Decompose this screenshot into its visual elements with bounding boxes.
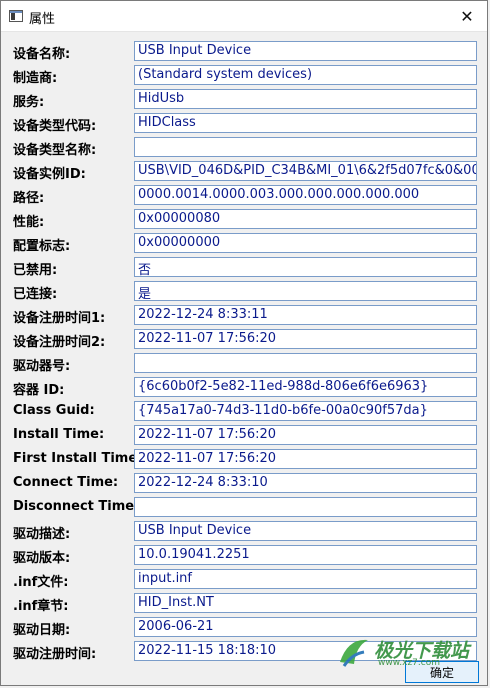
property-value-field[interactable]: USB Input Device	[134, 521, 477, 541]
property-row: 制造商: (Standard system devices)	[1, 65, 487, 86]
property-label: 设备类型名称:	[13, 143, 97, 158]
property-row: 路径: 0000.0014.0000.003.000.000.000.000.00…	[1, 185, 487, 206]
property-label: 驱动日期:	[13, 623, 71, 638]
property-row: 驱动注册时间: 2022-11-15 18:18:10	[1, 641, 487, 662]
property-row: Connect Time: 2022-12-24 8:33:10	[1, 473, 487, 493]
property-row: 设备注册时间1: 2022-12-24 8:33:11	[1, 305, 487, 326]
property-label: 设备类型代码:	[13, 119, 97, 134]
property-row: Class Guid: {745a17a0-74d3-11d0-b6fe-00a0…	[1, 401, 487, 421]
property-value-field[interactable]: USB\VID_046D&PID_C34B&MI_01\6&2f5d07fc&0…	[134, 161, 477, 181]
property-label: 容器 ID:	[13, 383, 65, 398]
property-value-field[interactable]	[134, 497, 477, 517]
property-value-field[interactable]: {745a17a0-74d3-11d0-b6fe-00a0c90f57da}	[134, 401, 477, 421]
property-value-field[interactable]: 0x00000080	[134, 209, 477, 229]
property-value-field[interactable]: 2022-11-07 17:56:20	[134, 329, 477, 349]
property-value-field[interactable]: HIDClass	[134, 113, 477, 133]
property-row: 设备实例ID: USB\VID_046D&PID_C34B&MI_01\6&2f5…	[1, 161, 487, 182]
property-label: 配置标志:	[13, 239, 71, 254]
property-row: 设备类型代码: HIDClass	[1, 113, 487, 134]
property-label: Install Time:	[13, 427, 105, 442]
property-value-field[interactable]: 0x00000000	[134, 233, 477, 253]
property-value-field[interactable]: 2022-11-07 17:56:20	[134, 449, 477, 469]
property-row: 驱动描述: USB Input Device	[1, 521, 487, 542]
property-row: 驱动版本: 10.0.19041.2251	[1, 545, 487, 566]
property-row: 性能: 0x00000080	[1, 209, 487, 230]
property-value-field[interactable]: HidUsb	[134, 89, 477, 109]
property-value-field[interactable]	[134, 353, 477, 373]
property-label: First Install Time:	[13, 451, 143, 466]
property-label: 设备实例ID:	[13, 167, 86, 182]
property-value-field[interactable]: (Standard system devices)	[134, 65, 477, 85]
property-label: 制造商:	[13, 71, 58, 86]
property-row: 已连接: 是	[1, 281, 487, 302]
property-label: Disconnect Time:	[13, 499, 140, 514]
property-label: 性能:	[13, 215, 45, 230]
property-label: 驱动版本:	[13, 551, 71, 566]
property-value-field[interactable]: 0000.0014.0000.003.000.000.000.000.000	[134, 185, 477, 205]
property-label: 已禁用:	[13, 263, 58, 278]
property-row: .inf文件: input.inf	[1, 569, 487, 590]
property-value-field[interactable]: 否	[134, 257, 477, 277]
property-label: 路径:	[13, 191, 45, 206]
property-label: Class Guid:	[13, 403, 95, 418]
property-row: Disconnect Time:	[1, 497, 487, 517]
property-value-field[interactable]: 2022-11-07 17:56:20	[134, 425, 477, 445]
property-label: .inf章节:	[13, 599, 69, 614]
property-row: 服务: HidUsb	[1, 89, 487, 110]
property-row: 驱动器号:	[1, 353, 487, 374]
properties-dialog: 属性 ✕ 设备名称: USB Input Device 制造商: (Standard …	[0, 0, 488, 686]
property-value-field[interactable]: 2006-06-21	[134, 617, 477, 637]
property-row: 设备注册时间2: 2022-11-07 17:56:20	[1, 329, 487, 350]
property-label: 驱动描述:	[13, 527, 71, 542]
property-value-field[interactable]: USB Input Device	[134, 41, 477, 61]
window-icon	[9, 10, 23, 22]
property-row: 设备类型名称:	[1, 137, 487, 158]
property-row: 配置标志: 0x00000000	[1, 233, 487, 254]
property-label: 设备注册时间1:	[13, 311, 106, 326]
property-value-field[interactable]: 2022-12-24 8:33:10	[134, 473, 477, 493]
property-label: 已连接:	[13, 287, 58, 302]
property-row: Install Time: 2022-11-07 17:56:20	[1, 425, 487, 445]
property-value-field[interactable]: 10.0.19041.2251	[134, 545, 477, 565]
property-label: 设备注册时间2:	[13, 335, 106, 350]
property-value-field[interactable]: 2022-11-15 18:18:10	[134, 641, 477, 661]
property-label: 驱动注册时间:	[13, 647, 97, 662]
property-row: 设备名称: USB Input Device	[1, 41, 487, 62]
property-label: 服务:	[13, 95, 45, 110]
property-label: 驱动器号:	[13, 359, 71, 374]
property-value-field[interactable]: HID_Inst.NT	[134, 593, 477, 613]
window-title: 属性	[29, 12, 56, 27]
property-row: First Install Time: 2022-11-07 17:56:20	[1, 449, 487, 469]
ok-button[interactable]: 确定	[405, 661, 479, 683]
property-row: 驱动日期: 2006-06-21	[1, 617, 487, 638]
property-value-field[interactable]: {6c60b0f2-5e82-11ed-988d-806e6f6e6963}	[134, 377, 477, 397]
close-button[interactable]: ✕	[447, 1, 487, 31]
property-row: 已禁用: 否	[1, 257, 487, 278]
property-label: .inf文件:	[13, 575, 69, 590]
title-bar: 属性 ✕	[1, 1, 487, 32]
property-row: 容器 ID: {6c60b0f2-5e82-11ed-988d-806e6f6e6…	[1, 377, 487, 398]
property-value-field[interactable]: 2022-12-24 8:33:11	[134, 305, 477, 325]
property-value-field[interactable]: 是	[134, 281, 477, 301]
property-label: Connect Time:	[13, 475, 119, 490]
property-value-field[interactable]	[134, 137, 477, 157]
property-row: .inf章节: HID_Inst.NT	[1, 593, 487, 614]
property-label: 设备名称:	[13, 47, 71, 62]
property-value-field[interactable]: input.inf	[134, 569, 477, 589]
